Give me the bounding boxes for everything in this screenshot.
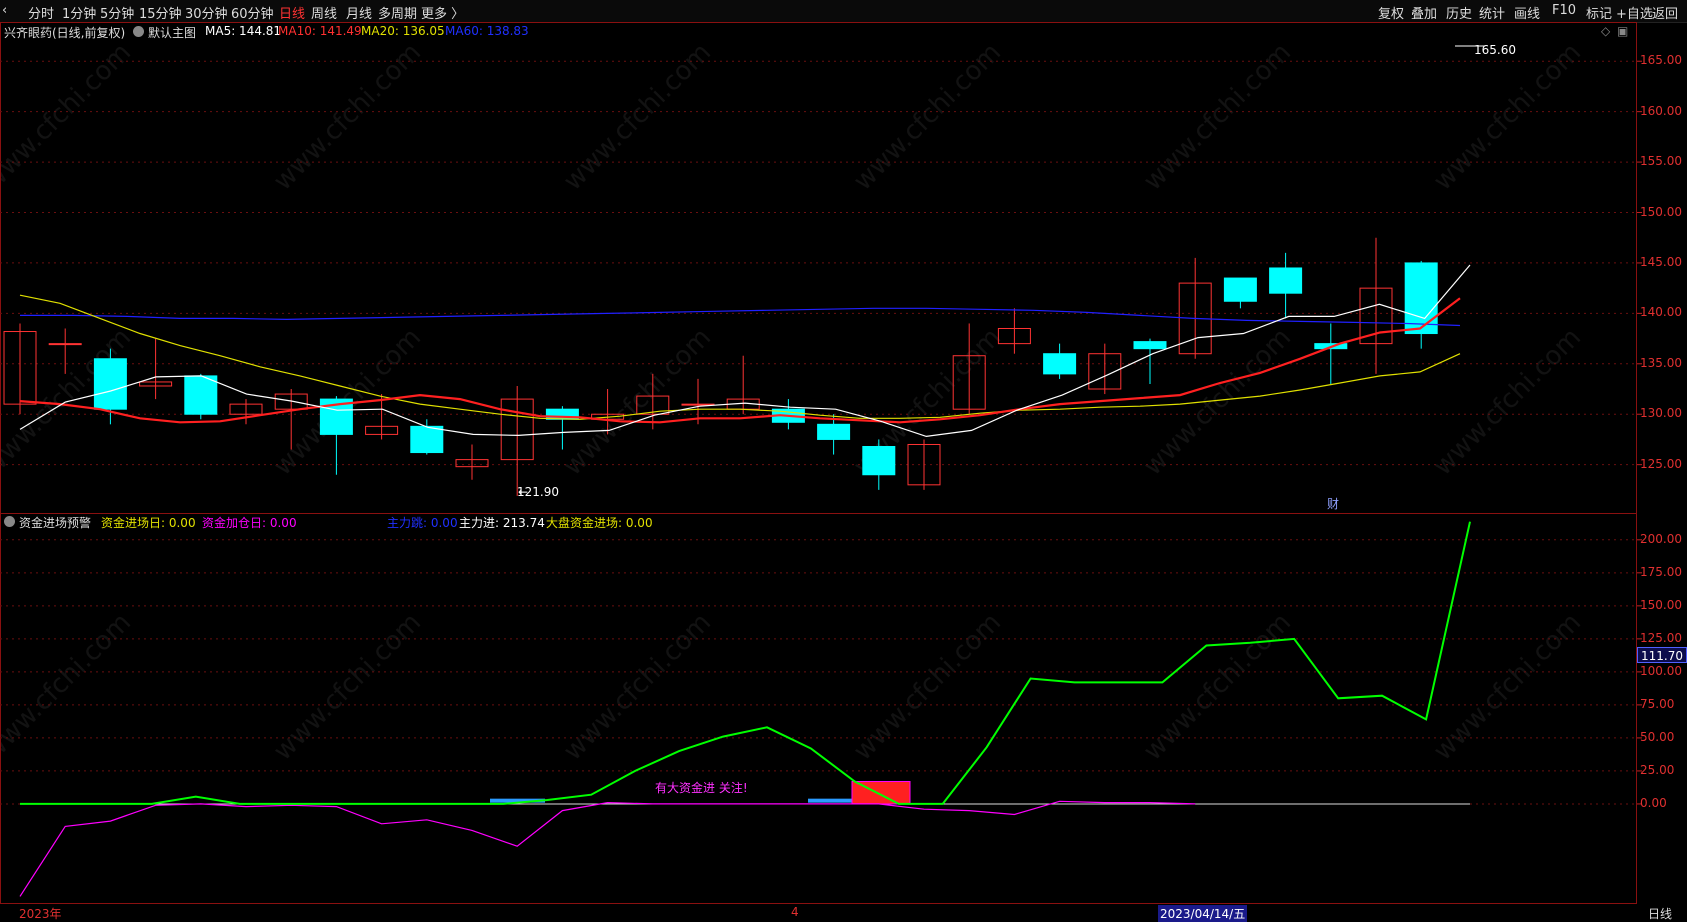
main-jump-line (19, 800, 1196, 897)
crosshair-value-label: 111.70 (1637, 647, 1687, 663)
down-candle (817, 423, 851, 440)
down-candle (184, 375, 218, 415)
indicator-tick-label: 150.00 (1640, 597, 1682, 612)
indicator-tick-label: 75.00 (1640, 696, 1675, 711)
down-candle (862, 446, 896, 476)
indicator-tick-label: 25.00 (1640, 762, 1675, 777)
year-label: 2023年 (19, 907, 62, 921)
month-label: 4 (791, 905, 799, 919)
down-candle (1269, 267, 1303, 294)
price-tick-label: 160.00 (1640, 103, 1682, 118)
price-tick-label: 135.00 (1640, 355, 1682, 370)
price-axis: 165.00 160.00 155.00 150.00 145.00 140.00 135.… (1637, 22, 1687, 921)
price-tick-label: 155.00 (1640, 154, 1682, 169)
down-candle (410, 425, 444, 454)
ma60-line (20, 307, 1461, 327)
plot-frame (0, 22, 1637, 904)
indicator-tick-label: 100.00 (1640, 663, 1682, 678)
price-tick-label: 130.00 (1640, 406, 1682, 421)
down-candle (1223, 277, 1257, 302)
down-candle (1404, 262, 1438, 335)
signal-label: 有大资金进 关注! (655, 780, 748, 795)
main-in-line (20, 521, 1471, 805)
crosshair-date-label: 2023/04/14/五 (1158, 905, 1248, 922)
down-candle (93, 358, 127, 410)
price-tick-label: 145.00 (1640, 254, 1682, 269)
indicator-tick-label: 50.00 (1640, 729, 1675, 744)
price-tick-label: 165.00 (1640, 53, 1682, 68)
time-axis: 2023年 4 2023/04/14/五 日线 (0, 904, 1687, 922)
chart-area[interactable]: 165.60121.90←财有大资金进 关注! (0, 0, 1687, 921)
indicator-tick-label: 125.00 (1640, 630, 1682, 645)
high-label: 165.60 (1474, 43, 1516, 57)
finance-marker: 财 (1327, 497, 1339, 511)
period-label[interactable]: 日线 (1648, 905, 1672, 922)
indicator-tick-label: 175.00 (1640, 564, 1682, 579)
indicator-tick-label: 0.00 (1640, 795, 1667, 810)
fund-entry-bar (808, 798, 858, 803)
price-tick-label: 150.00 (1640, 204, 1682, 219)
price-tick-label: 140.00 (1640, 305, 1682, 320)
indicator-tick-label: 200.00 (1640, 531, 1682, 546)
down-candle (1043, 353, 1077, 375)
up-candle (48, 343, 82, 346)
price-tick-label: 125.00 (1640, 456, 1682, 471)
low-arrow: ← (518, 485, 528, 499)
down-candle (1133, 341, 1167, 350)
